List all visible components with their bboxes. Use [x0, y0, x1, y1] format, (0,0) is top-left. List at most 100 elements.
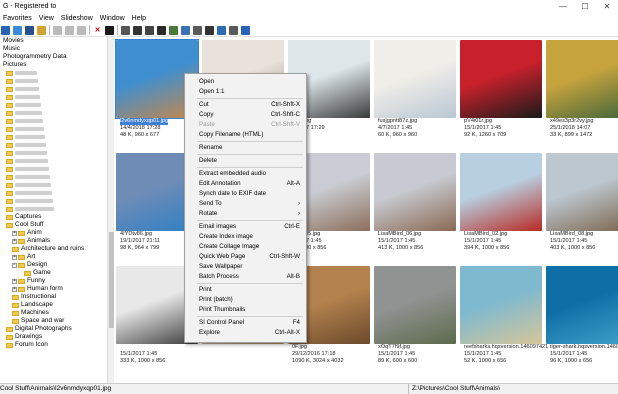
tree-item[interactable]: Forum Icon: [0, 341, 107, 349]
context-menu-item[interactable]: Copy Filename (HTML): [185, 130, 306, 140]
save-icon[interactable]: [25, 25, 34, 35]
thumbnail-item[interactable]: tiger-shark.hqsversion.1460974215/1/2017…: [544, 263, 618, 375]
tree-item[interactable]: Digital Photographs: [0, 325, 107, 333]
tree-item[interactable]: Photogrammetry Data: [0, 53, 107, 61]
fullscreen-icon[interactable]: [145, 25, 154, 35]
tree-item-redacted[interactable]: [0, 157, 107, 165]
thumbnail-image[interactable]: [546, 153, 618, 231]
thumbnail-item[interactable]: LisaMBird_08.jpg 15/1/2017 1:45 403 K, 100…: [544, 150, 618, 262]
copy-icon[interactable]: [65, 25, 74, 35]
context-menu-item[interactable]: Rotate ›: [185, 209, 306, 219]
tree-item[interactable]: + Anim: [0, 229, 107, 237]
web-icon[interactable]: [205, 25, 214, 35]
tree-item[interactable]: + Funny: [0, 277, 107, 285]
thumbnail-item[interactable]: x49es3p3r2vy.jpg 25/1/2018 14:07 33 K, 899…: [544, 37, 618, 149]
maximize-button[interactable]: ☐: [574, 0, 596, 13]
tree-item-redacted[interactable]: [0, 93, 107, 101]
context-menu-item[interactable]: Open 1:1: [185, 87, 306, 97]
print-icon[interactable]: [193, 25, 202, 35]
list-icon[interactable]: [157, 25, 166, 35]
tree-item-redacted[interactable]: [0, 133, 107, 141]
context-menu-item[interactable]: Email images Ctrl-E: [185, 222, 306, 232]
tools-icon[interactable]: [229, 25, 238, 35]
tree-item-redacted[interactable]: [0, 149, 107, 157]
context-menu-item[interactable]: SI Control Panel F4: [185, 318, 306, 328]
tree-item-redacted[interactable]: [0, 173, 107, 181]
minimize-button[interactable]: —: [552, 0, 574, 13]
expand-icon[interactable]: +: [12, 230, 17, 236]
menu-view[interactable]: View: [39, 15, 54, 22]
tree-item[interactable]: Pictures: [0, 61, 107, 69]
tree-item[interactable]: Music: [0, 45, 107, 53]
context-menu-item[interactable]: Create Collage Image: [185, 242, 306, 252]
context-menu-item[interactable]: Save Wallpaper: [185, 262, 306, 272]
delete-icon[interactable]: ✕: [93, 25, 102, 35]
thumbnail-item[interactable]: LisaMBird_06.jpg 15/1/2017 1:45 413 K, 100…: [372, 150, 458, 262]
context-menu-item[interactable]: Open: [185, 77, 306, 87]
thumbnail-icon[interactable]: [121, 25, 130, 35]
tree-item-redacted[interactable]: [0, 141, 107, 149]
expand-icon[interactable]: +: [12, 254, 17, 260]
tree-item[interactable]: Drawings: [0, 333, 107, 341]
context-menu-item[interactable]: Batch Process Alt-B: [185, 272, 306, 282]
thumbnail-image[interactable]: [460, 153, 542, 231]
back-icon[interactable]: [1, 25, 10, 35]
thumbnail-image[interactable]: [374, 266, 456, 344]
tree-item-redacted[interactable]: [0, 181, 107, 189]
tree-item[interactable]: + Animals: [0, 237, 107, 245]
tree-item-redacted[interactable]: [0, 189, 107, 197]
thumbnail-item[interactable]: reefsharks.hqsversion.14609742154 15/1/20…: [458, 263, 548, 375]
context-menu-item[interactable]: Edit Annotation Alt-A: [185, 179, 306, 189]
tree-item[interactable]: Machines: [0, 309, 107, 317]
tree-item-redacted[interactable]: [0, 125, 107, 133]
tree-item[interactable]: − Design: [0, 261, 107, 269]
grid-icon[interactable]: [105, 25, 114, 35]
tree-item[interactable]: Game: [0, 269, 107, 277]
menu-help[interactable]: Help: [132, 15, 146, 22]
context-menu-item[interactable]: Print: [185, 285, 306, 295]
tree-item-redacted[interactable]: [0, 109, 107, 117]
tree-item[interactable]: Cool Stuff: [0, 221, 107, 229]
context-menu-item[interactable]: Synch date to EXIF date: [185, 189, 306, 199]
tree-item[interactable]: Architecture and ruins: [0, 245, 107, 253]
tree-item-redacted[interactable]: [0, 77, 107, 85]
context-menu-item[interactable]: Create Index image: [185, 232, 306, 242]
thumbnail-image[interactable]: [374, 40, 456, 118]
tree-item[interactable]: + Human form: [0, 285, 107, 293]
context-menu-item[interactable]: Extract embedded audio: [185, 169, 306, 179]
tree-item-redacted[interactable]: [0, 69, 107, 77]
expand-icon[interactable]: +: [12, 278, 17, 284]
thumbnail-image[interactable]: [460, 40, 542, 118]
folder-icon[interactable]: [37, 25, 46, 35]
thumbnail-item[interactable]: pV4i01r.jpg 15/1/2017 1:45 92 K, 1260 x 70…: [458, 37, 544, 149]
tree-item[interactable]: Captures: [0, 213, 107, 221]
context-menu-item[interactable]: Rename: [185, 143, 306, 153]
details-icon[interactable]: [133, 25, 142, 35]
expand-icon[interactable]: −: [12, 262, 17, 268]
context-menu-item[interactable]: Paste Ctrl-Shft-V: [185, 120, 306, 130]
tree-item-redacted[interactable]: [0, 197, 107, 205]
context-menu-item[interactable]: Quick Web Page Ctrl-Shft-W: [185, 252, 306, 262]
cut-icon[interactable]: [53, 25, 62, 35]
tree-item-redacted[interactable]: [0, 85, 107, 93]
context-menu-item[interactable]: Cut Ctrl-Shft-X: [185, 100, 306, 110]
settings-icon[interactable]: [217, 25, 226, 35]
folder-tree-scrollbar[interactable]: [107, 37, 114, 383]
menu-favorites[interactable]: Favorites: [3, 15, 32, 22]
menu-window[interactable]: Window: [100, 15, 125, 22]
expand-icon[interactable]: +: [12, 238, 17, 244]
thumbnail-image[interactable]: [546, 266, 618, 344]
refresh-icon[interactable]: [13, 25, 22, 35]
paste-icon[interactable]: [77, 25, 86, 35]
tree-item[interactable]: + Art: [0, 253, 107, 261]
context-menu-item[interactable]: Copy Ctrl-Shft-C: [185, 110, 306, 120]
tree-item-redacted[interactable]: [0, 117, 107, 125]
context-menu-item[interactable]: Send To ›: [185, 199, 306, 209]
menu-slideshow[interactable]: Slideshow: [61, 15, 93, 22]
thumbnail-item[interactable]: xOqT7f9f.jpg 15/1/2017 1:45 89 K, 600 x 60…: [372, 263, 458, 375]
context-menu-item[interactable]: Explore Ctrl-Alt-X: [185, 328, 306, 338]
tree-item[interactable]: Instructional: [0, 293, 107, 301]
email-icon[interactable]: [181, 25, 190, 35]
context-menu-item[interactable]: Delete: [185, 156, 306, 166]
context-menu-item[interactable]: Print (batch): [185, 295, 306, 305]
